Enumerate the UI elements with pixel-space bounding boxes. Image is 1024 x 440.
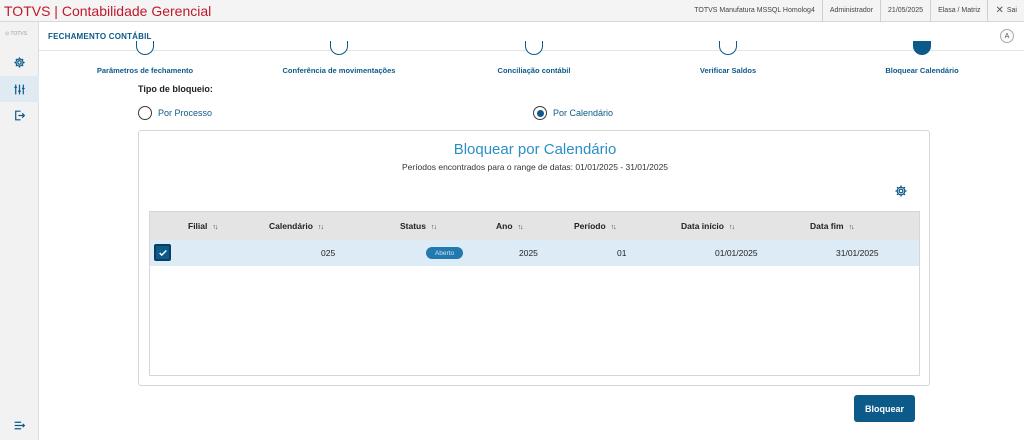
- cell-periodo: 01: [617, 248, 627, 258]
- step-indicator: [525, 41, 543, 55]
- table-row[interactable]: 025 Aberto 2025 01 01/01/2025 31/01/2025: [150, 240, 919, 266]
- radio-por-calendario[interactable]: Por Calendário: [533, 106, 613, 120]
- step-indicator: [719, 41, 737, 55]
- app-title: TOTVS | Contabilidade Gerencial: [4, 2, 212, 19]
- sidebar-brand: ⊙ TOTVS: [5, 31, 28, 37]
- sort-icon[interactable]: ↑↓: [729, 224, 735, 231]
- step-label: Conferência de movimentações: [282, 66, 396, 75]
- cell-data-inicio: 01/01/2025: [715, 248, 758, 258]
- step-indicator-current: [913, 41, 931, 55]
- check-icon: [158, 249, 167, 256]
- menu-expand-icon: [14, 421, 26, 429]
- step-label: Bloquear Calendário: [885, 66, 959, 75]
- top-bar: TOTVS | Contabilidade Gerencial TOTVS Ma…: [0, 0, 1024, 22]
- sort-icon[interactable]: ↑↓: [611, 224, 617, 231]
- periods-table: Filial ↑↓ Calendário ↑↓ Status ↑↓ Ano ↑↓ Per…: [149, 211, 920, 376]
- cell-calendario: 025: [321, 248, 336, 258]
- exit-button[interactable]: ✕ Sai: [987, 0, 1024, 22]
- column-header-data-fim[interactable]: Data fim ↑↓: [810, 221, 855, 231]
- step-indicator: [136, 41, 154, 55]
- cell-ano: 2025: [519, 248, 538, 258]
- step-label: Verificar Saldos: [699, 66, 757, 75]
- session-info: TOTVS Manufatura MSSQL Homolog4 Administ…: [687, 0, 1024, 22]
- sliders-icon: [14, 84, 25, 94]
- close-icon: ✕: [995, 5, 1004, 16]
- table-header: Filial ↑↓ Calendário ↑↓ Status ↑↓ Ano ↑↓ Per…: [150, 212, 919, 240]
- status-badge: Aberto: [426, 247, 463, 259]
- radio-label: Por Processo: [158, 108, 213, 118]
- sort-icon[interactable]: ↑↓: [849, 224, 855, 231]
- avatar[interactable]: A: [1000, 29, 1014, 43]
- user-label: Administrador: [821, 0, 880, 22]
- radio-por-processo[interactable]: Por Processo: [138, 106, 212, 120]
- step-label: Parâmetros de fechamento: [96, 66, 194, 75]
- calendar-lock-panel: Bloquear por Calendário Períodos encontr…: [138, 130, 930, 386]
- block-button[interactable]: Bloquear: [854, 395, 915, 422]
- gear-icon: [14, 56, 25, 68]
- radio-label: Por Calendário: [553, 108, 614, 118]
- radio-circle[interactable]: [138, 106, 152, 120]
- radio-selected-dot: [536, 109, 544, 117]
- date-label: 21/05/2025: [880, 0, 930, 22]
- sidebar-item-settings[interactable]: [0, 49, 39, 75]
- column-header-ano[interactable]: Ano ↑↓: [496, 221, 524, 231]
- row-checkbox[interactable]: [154, 244, 171, 261]
- column-header-filial[interactable]: Filial ↑↓: [188, 221, 218, 231]
- sidebar-item-logout[interactable]: [0, 102, 39, 128]
- sidebar-expand-button[interactable]: [0, 412, 39, 438]
- column-header-status[interactable]: Status ↑↓: [400, 221, 437, 231]
- table-settings-button[interactable]: [894, 184, 908, 198]
- page-title: FECHAMENTO CONTÁBIL: [48, 31, 152, 41]
- sort-icon[interactable]: ↑↓: [518, 224, 524, 231]
- sort-icon[interactable]: ↑↓: [431, 224, 437, 231]
- environment-label: TOTVS Manufatura MSSQL Homolog4: [694, 7, 815, 14]
- column-header-periodo[interactable]: Período ↑↓: [574, 221, 617, 231]
- lock-type-label: Tipo de bloqueio:: [138, 84, 213, 94]
- column-header-calendario[interactable]: Calendário ↑↓: [269, 221, 324, 231]
- gear-icon: [895, 185, 907, 197]
- step-indicator: [330, 41, 348, 55]
- radio-circle-selected[interactable]: [533, 106, 547, 120]
- column-header-data-inicio[interactable]: Data início ↑↓: [681, 221, 735, 231]
- step-label: Conciliação contábil: [497, 66, 571, 75]
- cell-data-fim: 31/01/2025: [836, 248, 879, 258]
- branch-label[interactable]: Elasa / Matriz: [930, 0, 987, 22]
- sidebar-item-adjustments[interactable]: [0, 76, 39, 102]
- sort-icon[interactable]: ↑↓: [318, 224, 324, 231]
- exit-label: Sai: [1006, 7, 1017, 14]
- sidebar: ⊙ TOTVS: [0, 22, 39, 440]
- panel-subtitle: Períodos encontrados para o range de dat…: [401, 162, 669, 172]
- sort-icon[interactable]: ↑↓: [212, 224, 218, 231]
- logout-icon: [15, 110, 26, 120]
- panel-title: Bloquear por Calendário: [453, 141, 617, 158]
